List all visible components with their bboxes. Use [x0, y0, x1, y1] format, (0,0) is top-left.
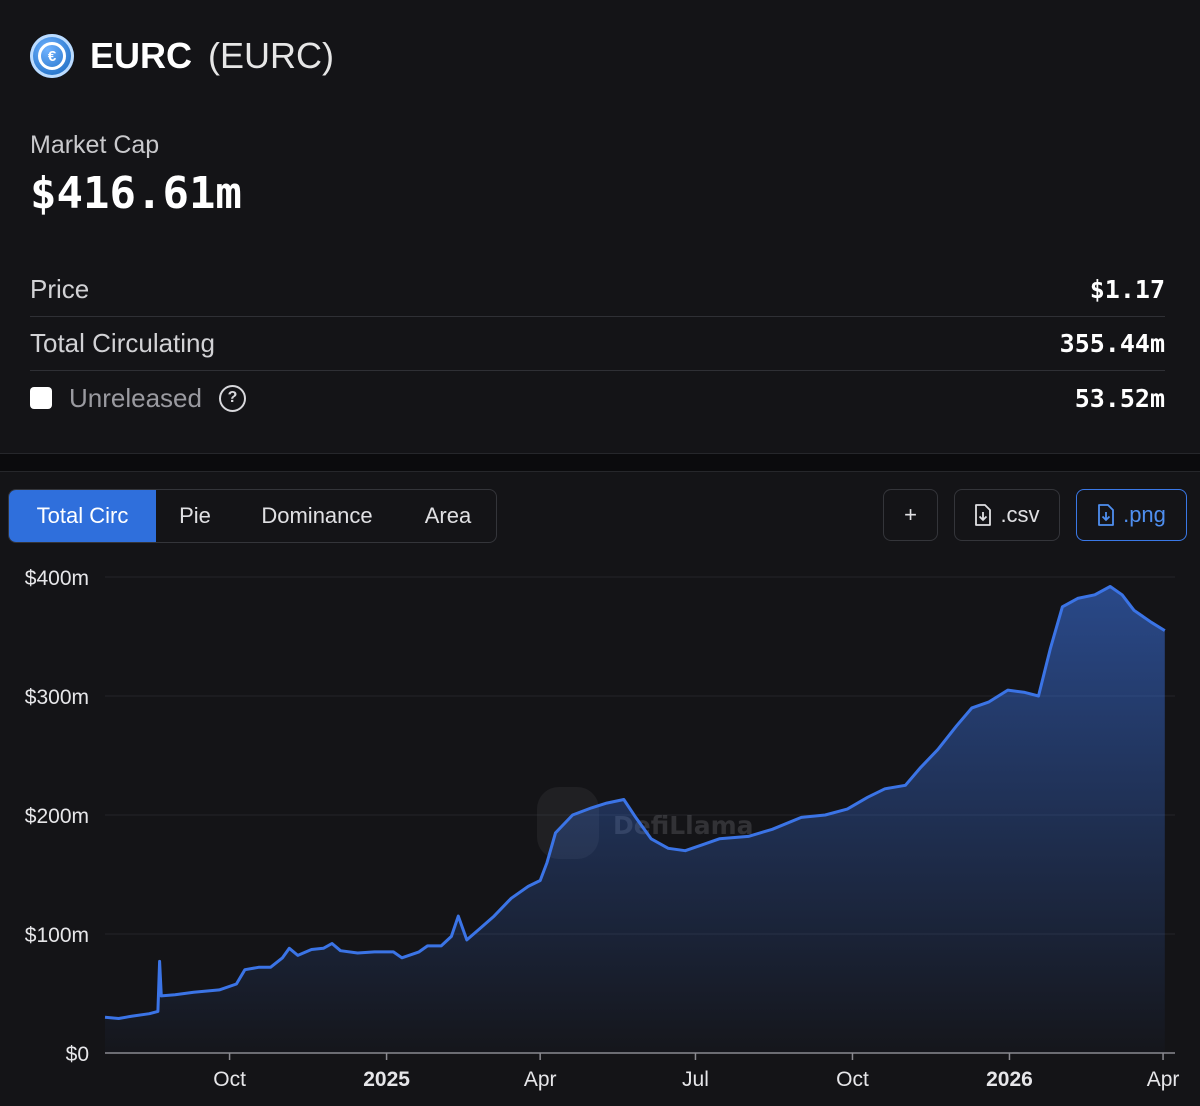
y-tick-label: $100m [25, 924, 89, 947]
y-tick-label: $200m [25, 805, 89, 828]
x-tick-label: Oct [836, 1068, 869, 1091]
price-row: Price $1.17 [30, 262, 1165, 316]
y-tick-label: $300m [25, 686, 89, 709]
euro-glyph: € [38, 42, 66, 70]
tab-area[interactable]: Area [400, 490, 496, 542]
x-tick-label: Apr [1147, 1068, 1180, 1091]
eurc-logo-icon: € [30, 34, 74, 78]
total-circulating-chart: DefiLlama $0$100m$200m$300m$400mOct 2025 A… [25, 567, 1180, 1091]
area-fill [105, 586, 1165, 1053]
download-csv-button[interactable]: .csv [954, 489, 1060, 541]
price-value: $1.17 [1089, 274, 1165, 304]
x-tick-label: 2026 [986, 1068, 1033, 1091]
x-tick-label: Apr [524, 1068, 557, 1091]
unreleased-label-group: Unreleased ? [30, 383, 246, 414]
add-button[interactable]: + [883, 489, 938, 541]
y-tick-label: $400m [25, 567, 89, 590]
market-cap-label: Market Cap [30, 131, 160, 159]
tab-total-circ[interactable]: Total Circ [9, 490, 156, 542]
unreleased-value: 53.52m [1074, 383, 1165, 413]
unreleased-label: Unreleased [69, 382, 202, 413]
x-tick-label: 2025 [363, 1068, 410, 1091]
unreleased-row: Unreleased ? 53.52m [30, 371, 1165, 425]
plus-icon: + [904, 502, 917, 527]
chart-tabs: Total Circ Pie Dominance Area [8, 489, 497, 543]
token-symbol: (EURC) [208, 35, 334, 76]
y-tick-label: $0 [66, 1043, 89, 1066]
tab-dominance[interactable]: Dominance [234, 490, 400, 542]
total-circulating-value: 355.44m [1059, 328, 1165, 358]
unreleased-checkbox[interactable] [30, 387, 52, 409]
x-tick-label: Jul [682, 1068, 709, 1091]
question-circle-icon[interactable]: ? [218, 384, 246, 412]
png-label: .png [1123, 502, 1166, 527]
total-circulating-row: Total Circulating 355.44m [30, 316, 1165, 370]
download-png-button[interactable]: .png [1076, 489, 1187, 541]
token-name: EURC [90, 35, 193, 76]
file-download-icon [975, 504, 992, 526]
total-circulating-label: Total Circulating [30, 327, 215, 358]
x-tick-label: Oct [213, 1068, 246, 1091]
price-label: Price [30, 273, 90, 304]
file-download-icon [1098, 504, 1114, 526]
token-title: € EURC (EURC) [30, 34, 334, 78]
market-cap-value: $416.61m [30, 168, 242, 219]
tab-pie[interactable]: Pie [156, 490, 234, 542]
csv-label: .csv [1000, 502, 1040, 527]
token-summary-card: € EURC (EURC) Market Cap $416.61m Price … [0, 0, 1200, 454]
